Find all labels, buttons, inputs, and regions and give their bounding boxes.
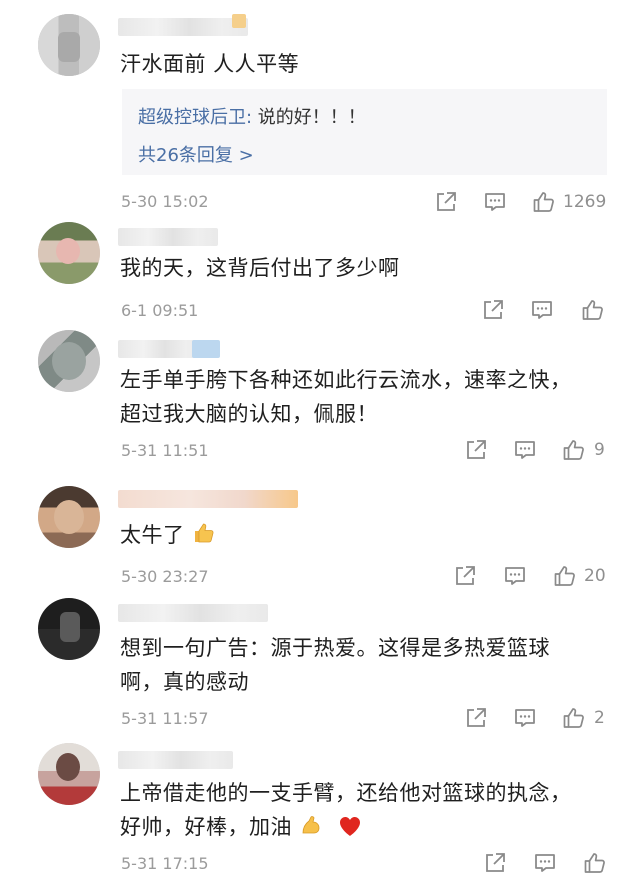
comment-text-line: 超过我大脑的认知，佩服！ xyxy=(120,402,378,426)
comment-time: 5-31 11:51 xyxy=(121,441,209,460)
comment-icon[interactable] xyxy=(513,706,537,730)
username[interactable] xyxy=(118,604,268,622)
comment-item: 上帝借走他的一支手臂，还给他对篮球的执念， 好帅，好棒，加油 5-31 17:1… xyxy=(0,743,635,891)
share-icon[interactable] xyxy=(453,564,477,588)
flexed-biceps-emoji xyxy=(299,813,323,847)
like-icon[interactable] xyxy=(583,851,607,875)
avatar[interactable] xyxy=(38,743,100,805)
avatar[interactable] xyxy=(38,486,100,548)
comment-text-line: 左手单手胯下各种还如此行云流水，速率之快， xyxy=(120,368,572,392)
avatar[interactable] xyxy=(38,14,100,76)
comment-time: 5-30 23:27 xyxy=(121,567,209,586)
comment-text-content: 好帅，好棒，加油 xyxy=(120,815,292,839)
comment-time: 5-30 15:02 xyxy=(121,192,209,211)
comment-item: 我的天，这背后付出了多少啊 6-1 09:51 xyxy=(0,222,635,330)
comment-item: 想到一句广告：源于热爱。这得是多热爱篮球 啊，真的感动 5-31 11:57 2 xyxy=(0,598,635,743)
comment-text-line: 上帝借走他的一支手臂，还给他对篮球的执念， xyxy=(120,781,572,805)
avatar[interactable] xyxy=(38,330,100,392)
reply-separator: : xyxy=(246,107,258,128)
red-heart-emoji xyxy=(338,813,362,847)
like-icon[interactable] xyxy=(562,706,586,730)
username[interactable] xyxy=(118,751,233,769)
comment-text: 太牛了 xyxy=(120,518,595,555)
comment-time: 5-31 17:15 xyxy=(121,854,209,873)
like-icon[interactable] xyxy=(532,190,556,214)
view-replies-link[interactable]: 共26条回复 > xyxy=(138,141,254,167)
share-icon[interactable] xyxy=(464,706,488,730)
like-icon[interactable] xyxy=(553,564,577,588)
comment-text-line: 想到一句广告：源于热爱。这得是多热爱篮球 xyxy=(120,636,550,660)
like-count: 2 xyxy=(594,708,605,728)
username[interactable] xyxy=(118,228,218,246)
comment-item: 太牛了 5-30 23:27 20 xyxy=(0,480,635,598)
comment-icon[interactable] xyxy=(483,190,507,214)
comment-item: 左手单手胯下各种还如此行云流水，速率之快， 超过我大脑的认知，佩服！ 5-31 … xyxy=(0,330,635,480)
comment-icon[interactable] xyxy=(503,564,527,588)
thumbs-up-emoji xyxy=(192,521,216,555)
comment-time: 6-1 09:51 xyxy=(121,301,199,320)
share-icon[interactable] xyxy=(481,298,505,322)
comment-item: 汗水面前 人人平等 超级控球后卫: 说的好！！！ 共26条回复 > 5-30 1… xyxy=(0,0,635,222)
share-icon[interactable] xyxy=(483,851,507,875)
comment-text: 想到一句广告：源于热爱。这得是多热爱篮球 啊，真的感动 xyxy=(120,631,595,699)
avatar[interactable] xyxy=(38,598,100,660)
like-icon[interactable] xyxy=(581,298,605,322)
share-icon[interactable] xyxy=(464,438,488,462)
comment-time: 5-31 11:57 xyxy=(121,709,209,728)
comment-text-line: 啊，真的感动 xyxy=(120,670,249,694)
like-count: 9 xyxy=(594,440,605,460)
like-count: 20 xyxy=(584,566,606,586)
reply-text: 说的好！！！ xyxy=(257,107,366,128)
reply-author[interactable]: 超级控球后卫 xyxy=(138,107,246,128)
comment-icon[interactable] xyxy=(513,438,537,462)
comment-text: 汗水面前 人人平等 xyxy=(120,52,300,76)
username[interactable] xyxy=(118,340,203,358)
comment-text: 上帝借走他的一支手臂，还给他对篮球的执念， 好帅，好棒，加油 xyxy=(120,776,595,847)
comment-text: 左手单手胯下各种还如此行云流水，速率之快， 超过我大脑的认知，佩服！ xyxy=(120,363,595,431)
like-icon[interactable] xyxy=(562,438,586,462)
comment-icon[interactable] xyxy=(530,298,554,322)
comment-icon[interactable] xyxy=(533,851,557,875)
user-badge xyxy=(192,340,220,358)
reply-box[interactable]: 超级控球后卫: 说的好！！！ 共26条回复 > xyxy=(122,89,607,175)
comment-text-line-2: 好帅，好棒，加油 xyxy=(120,810,595,847)
username[interactable] xyxy=(118,18,248,36)
username[interactable] xyxy=(118,490,298,508)
like-count: 1269 xyxy=(563,192,607,212)
reply-preview[interactable]: 超级控球后卫: 说的好！！！ xyxy=(138,103,366,129)
avatar[interactable] xyxy=(38,222,100,284)
share-icon[interactable] xyxy=(434,190,458,214)
comment-text-content: 太牛了 xyxy=(120,523,185,547)
comment-text: 我的天，这背后付出了多少啊 xyxy=(120,256,400,280)
user-badge xyxy=(232,14,246,28)
